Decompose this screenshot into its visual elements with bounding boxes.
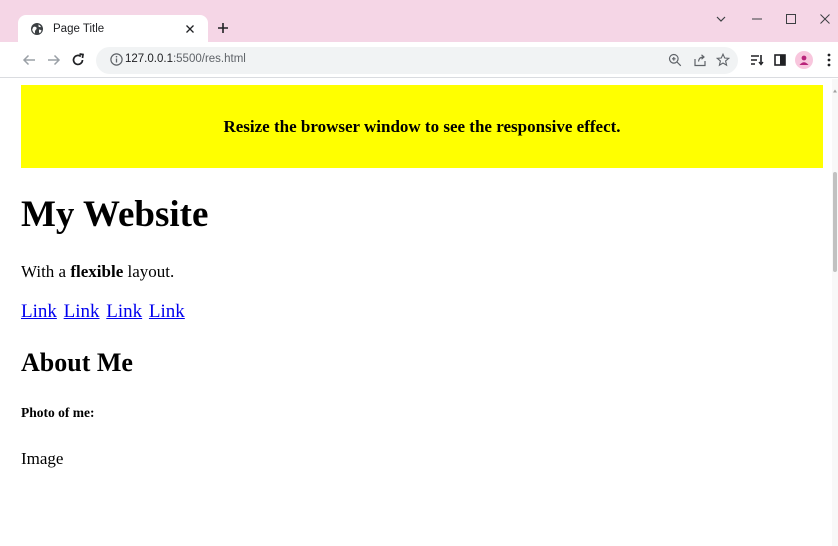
- nav-link-4[interactable]: Link: [149, 301, 185, 322]
- page-viewport: Resize the browser window to see the res…: [0, 79, 838, 546]
- info-icon[interactable]: [110, 53, 125, 68]
- vertical-scrollbar[interactable]: [832, 79, 838, 546]
- tab-title: Page Title: [53, 22, 105, 35]
- url-text: 127.0.0.1:5500/res.html: [125, 53, 246, 65]
- back-arrow-icon[interactable]: [20, 51, 38, 69]
- minimize-icon[interactable]: [748, 10, 766, 28]
- banner-text: Resize the browser window to see the res…: [223, 116, 621, 136]
- zoom-icon[interactable]: [668, 53, 683, 68]
- menu-kebab-icon[interactable]: [820, 51, 838, 69]
- url-path: :5500/res.html: [172, 53, 246, 65]
- browser-toolbar: 127.0.0.1:5500/res.html: [0, 42, 838, 78]
- browser-tab[interactable]: Page Title: [18, 15, 208, 42]
- forward-arrow-icon[interactable]: [45, 51, 63, 69]
- new-tab-icon[interactable]: [215, 20, 231, 36]
- profile-avatar-icon[interactable]: [795, 51, 813, 69]
- page-title: My Website: [21, 194, 209, 235]
- side-panel-icon[interactable]: [771, 51, 789, 69]
- nav-links: Link Link Link Link: [21, 301, 187, 323]
- nav-link-1[interactable]: Link: [21, 301, 57, 322]
- browser-titlebar: Page Title: [0, 0, 838, 42]
- scrollbar-thumb[interactable]: [833, 172, 837, 272]
- nav-link-2[interactable]: Link: [64, 301, 100, 322]
- intro-bold-word: flexible: [70, 262, 124, 281]
- close-tab-icon[interactable]: [182, 21, 198, 37]
- tab-search-icon[interactable]: [712, 10, 730, 28]
- responsive-banner: Resize the browser window to see the res…: [21, 85, 823, 168]
- scroll-up-arrow-icon[interactable]: [832, 81, 838, 93]
- address-bar[interactable]: 127.0.0.1:5500/res.html: [96, 47, 738, 74]
- intro-after: layout.: [123, 262, 175, 281]
- intro-paragraph: With a flexible layout.: [21, 262, 174, 282]
- nav-link-3[interactable]: Link: [106, 301, 142, 322]
- close-window-icon[interactable]: [816, 10, 834, 28]
- url-host: 127.0.0.1: [125, 53, 173, 65]
- image-placeholder: Image: [21, 449, 64, 468]
- about-heading: About Me: [21, 348, 133, 377]
- intro-before: With a: [21, 262, 71, 281]
- bookmark-star-icon[interactable]: [715, 52, 731, 68]
- photo-label: Photo of me:: [21, 405, 95, 420]
- maximize-icon[interactable]: [782, 10, 800, 28]
- share-icon[interactable]: [693, 53, 708, 68]
- reading-list-icon[interactable]: [748, 51, 766, 69]
- globe-icon: [30, 22, 44, 36]
- reload-icon[interactable]: [69, 51, 87, 69]
